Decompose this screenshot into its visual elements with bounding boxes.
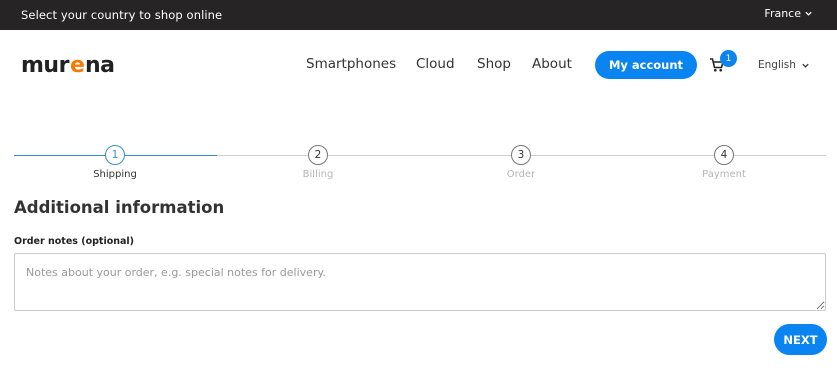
section-title: Additional information: [14, 198, 225, 217]
step-number: 3: [511, 145, 531, 165]
nav-cloud[interactable]: Cloud: [416, 56, 455, 72]
step-billing[interactable]: 2 Billing: [258, 145, 378, 180]
site-header: mur e na Smartphones Cloud Shop About My…: [0, 30, 837, 100]
step-label: Billing: [302, 169, 334, 180]
nav-smartphones[interactable]: Smartphones: [306, 56, 396, 72]
chevron-down-icon: [802, 63, 809, 68]
country-prompt: Select your country to shop online: [21, 8, 223, 22]
step-label: Order: [506, 169, 536, 180]
next-button[interactable]: NEXT: [774, 324, 827, 355]
step-label: Shipping: [93, 169, 137, 180]
country-value: France: [764, 7, 801, 20]
step-number: 2: [308, 145, 328, 165]
order-notes-textarea[interactable]: [14, 253, 826, 311]
cart-count-badge: 1: [720, 50, 737, 67]
language-dropdown[interactable]: English: [758, 59, 810, 71]
step-label: Payment: [702, 169, 746, 180]
step-order[interactable]: 3 Order: [461, 145, 581, 180]
step-number: 4: [714, 145, 734, 165]
chevron-down-icon: [805, 11, 812, 16]
nav-shop[interactable]: Shop: [477, 56, 511, 72]
order-notes-label: Order notes (optional): [14, 236, 134, 247]
svg-text:na: na: [85, 53, 115, 78]
language-value: English: [758, 59, 796, 71]
step-shipping[interactable]: 1 Shipping: [55, 145, 175, 180]
murena-logo[interactable]: mur e na: [21, 52, 141, 78]
svg-text:mur: mur: [21, 53, 70, 78]
svg-text:e: e: [70, 53, 85, 78]
step-payment[interactable]: 4 Payment: [664, 145, 784, 180]
step-number: 1: [105, 145, 125, 165]
nav-about[interactable]: About: [532, 56, 572, 72]
country-dropdown[interactable]: France: [764, 7, 813, 20]
checkout-stepper: 1 Shipping 2 Billing 3 Order 4 Payment: [14, 145, 826, 187]
country-selector-bar: Select your country to shop online Franc…: [0, 0, 837, 30]
my-account-button[interactable]: My account: [595, 51, 697, 79]
